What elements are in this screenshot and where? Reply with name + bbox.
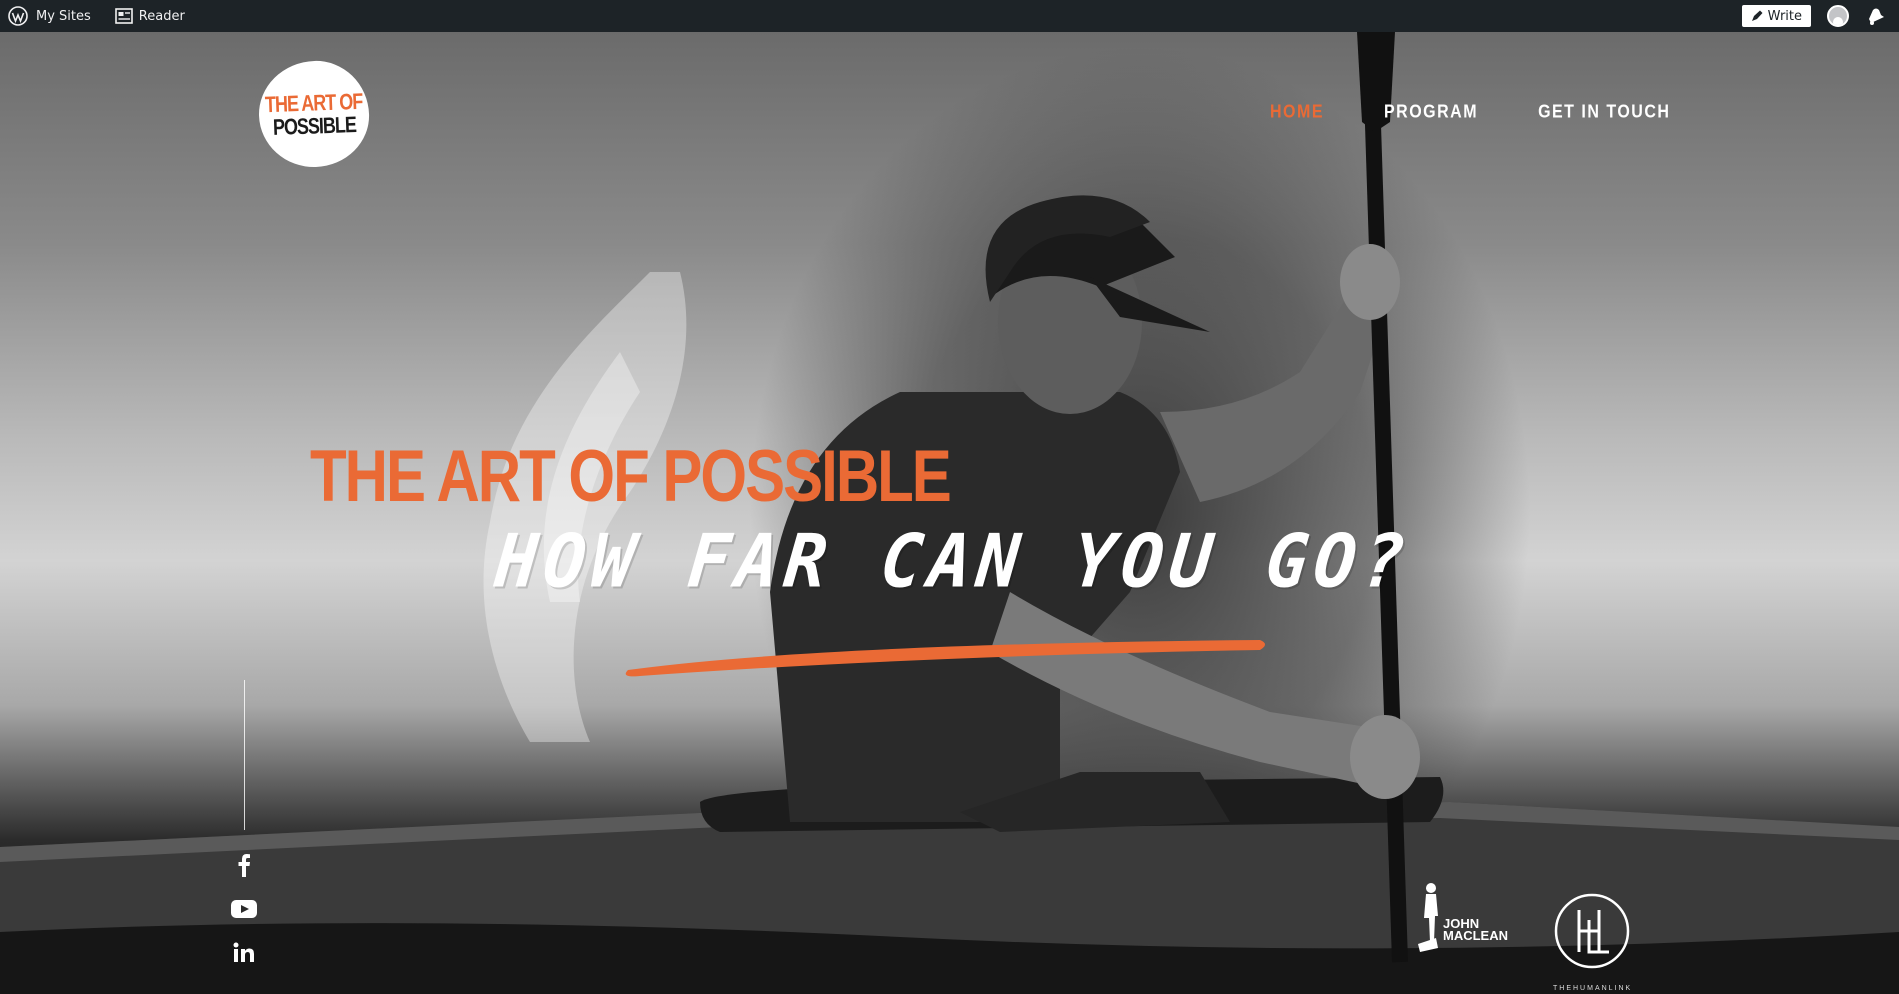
my-sites-label: My Sites <box>36 8 91 24</box>
nav-item-program[interactable]: PROGRAM <box>1384 103 1478 124</box>
wordpress-icon <box>8 6 28 26</box>
main-nav: HOME PROGRAM GET IN TOUCH <box>1270 103 1670 124</box>
hero-section: THE ART OF POSSIBLE HOME PROGRAM GET IN … <box>0 32 1899 994</box>
my-sites-button[interactable]: My Sites <box>36 0 99 32</box>
hero-title: THE ART OF POSSIBLE <box>310 435 952 517</box>
nav-item-get-in-touch[interactable]: GET IN TOUCH <box>1538 103 1670 124</box>
youtube-icon <box>231 900 257 918</box>
logo-line-2: POSSIBLE <box>272 111 357 140</box>
hero-tagline: HOW FAR CAN YOU GO? <box>491 518 1415 605</box>
facebook-icon <box>238 854 250 877</box>
facebook-link[interactable] <box>228 852 260 878</box>
youtube-link[interactable] <box>228 896 260 922</box>
linkedin-link[interactable] <box>228 939 260 965</box>
reader-icon <box>114 8 133 24</box>
pen-icon <box>1751 10 1763 21</box>
avatar[interactable] <box>1827 5 1849 27</box>
write-button[interactable]: Write <box>1741 5 1811 27</box>
social-divider <box>244 680 245 830</box>
the-human-link-label: THEHUMANLINK <box>1553 985 1633 992</box>
reader-button[interactable]: Reader <box>107 0 193 32</box>
the-human-link-logo[interactable]: THEHUMANLINK <box>1553 892 1631 992</box>
john-maclean-line-2: MACLEAN <box>1443 928 1508 943</box>
admin-bar: My Sites Reader Write <box>0 0 1899 32</box>
john-maclean-logo[interactable]: JOHN MACLEAN <box>1418 882 1508 954</box>
hl-monogram-icon <box>1554 893 1630 969</box>
nav-item-home[interactable]: HOME <box>1270 103 1324 124</box>
brush-stroke-underline <box>625 640 1265 677</box>
wordpress-logo-button[interactable] <box>0 0 36 32</box>
write-label: Write <box>1767 8 1802 24</box>
linkedin-icon <box>233 942 254 962</box>
john-maclean-figure-icon <box>1418 883 1438 952</box>
reader-label: Reader <box>138 8 185 24</box>
notifications-bell-icon[interactable] <box>1865 6 1885 26</box>
